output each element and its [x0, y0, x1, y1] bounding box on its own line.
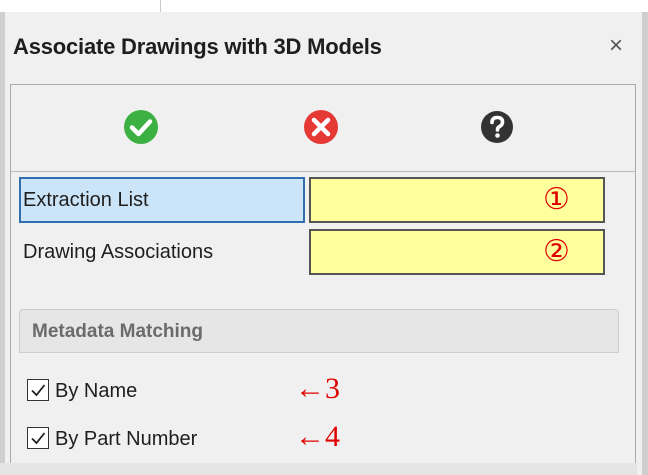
dialog-body: Extraction List ① Drawing Associations ②… — [10, 84, 636, 464]
by-part-number-label: By Part Number — [55, 428, 198, 450]
dialog-title: Associate Drawings with 3D Models — [13, 34, 382, 59]
by-name-label: By Name — [55, 380, 138, 402]
top-strip-divider — [160, 0, 161, 12]
annotation-marker-3: ←3 — [295, 372, 340, 405]
drawing-associations-row: Drawing Associations ② — [19, 229, 627, 279]
extraction-list-row: Extraction List ① — [19, 177, 627, 227]
annotation-marker-1: ① — [543, 182, 570, 217]
ok-button[interactable] — [121, 107, 161, 147]
checkmark-icon — [31, 384, 46, 397]
by-name-option[interactable]: By Name ←3 — [27, 372, 427, 409]
annotation-marker-2: ② — [543, 234, 570, 269]
metadata-matching-group: Metadata Matching By Name ←3 By Part Num… — [19, 309, 627, 455]
metadata-matching-header[interactable]: Metadata Matching — [19, 309, 619, 353]
annotation-marker-4: ←4 — [295, 420, 340, 453]
by-name-checkbox[interactable] — [27, 379, 49, 401]
help-button[interactable] — [477, 107, 517, 147]
action-toolbar — [11, 85, 635, 172]
property-manager-panel: Associate Drawings with 3D Models × Extr… — [5, 12, 642, 475]
drawing-associations-label[interactable]: Drawing Associations — [19, 229, 305, 275]
x-circle-icon — [304, 110, 338, 144]
right-border — [642, 12, 648, 475]
title-bar: Associate Drawings with 3D Models × — [5, 12, 642, 77]
check-circle-icon — [124, 110, 158, 144]
by-part-number-checkbox[interactable] — [27, 427, 49, 449]
question-circle-icon — [481, 111, 513, 143]
bottom-strip — [0, 463, 637, 475]
checkmark-icon — [31, 432, 46, 445]
close-button[interactable]: × — [604, 33, 628, 59]
by-part-number-option[interactable]: By Part Number ←4 — [27, 420, 427, 457]
extraction-list-label[interactable]: Extraction List — [19, 177, 305, 223]
cancel-button[interactable] — [301, 107, 341, 147]
